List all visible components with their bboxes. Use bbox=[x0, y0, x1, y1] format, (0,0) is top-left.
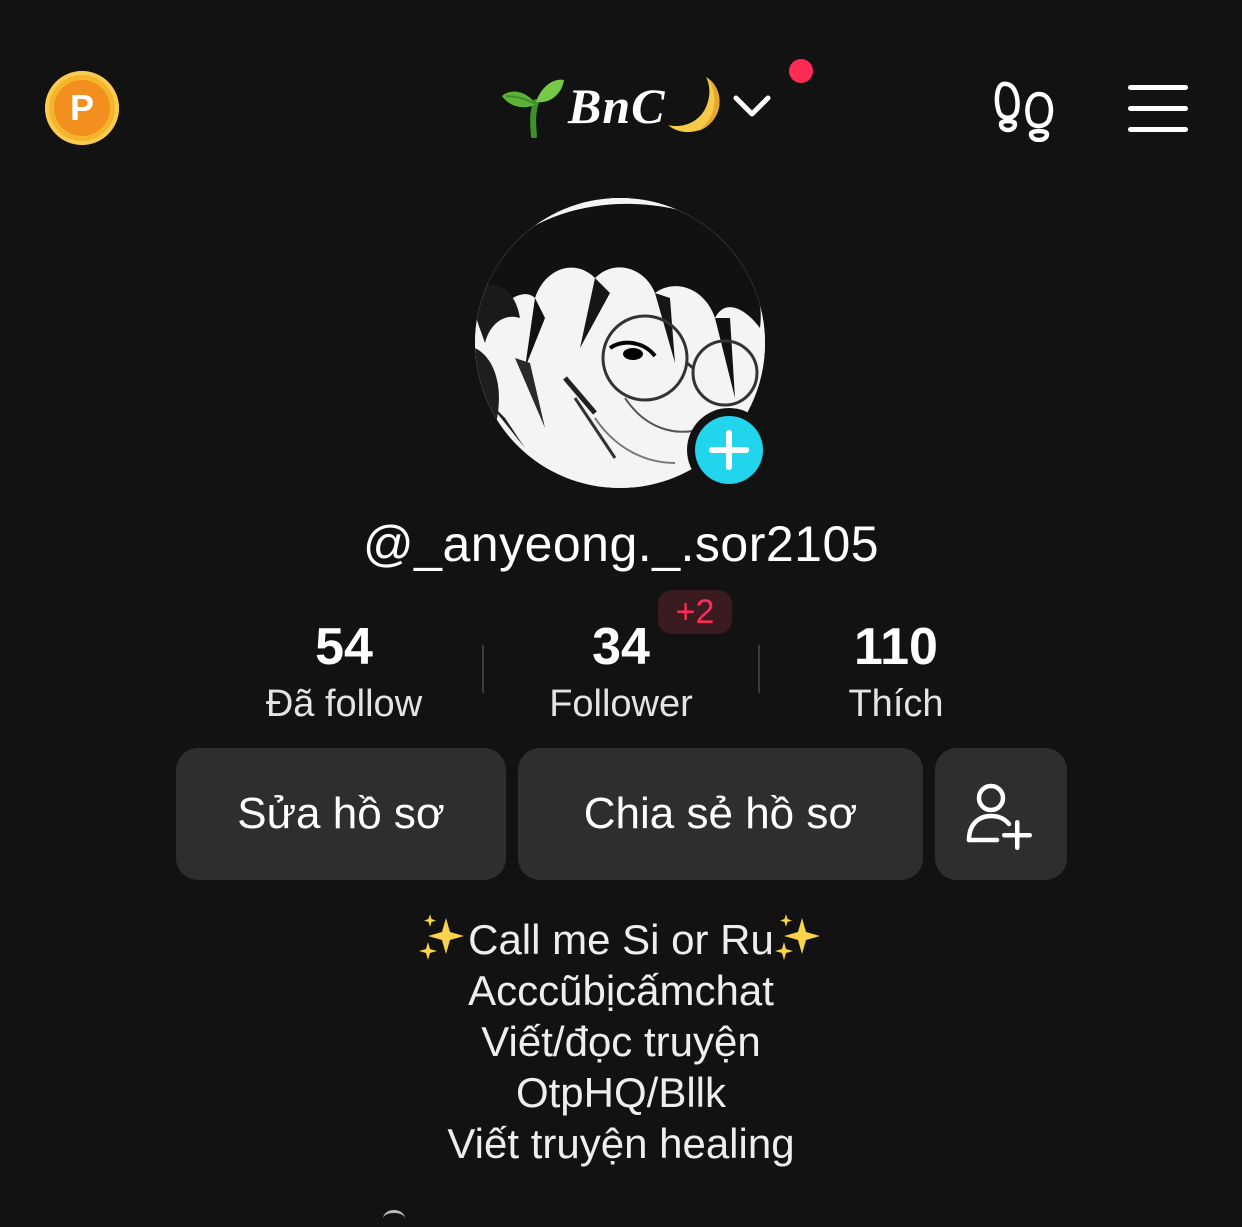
crescent-moon-emoji-icon bbox=[667, 77, 720, 133]
new-followers-badge: +2 bbox=[658, 590, 732, 634]
likes-count: 110 bbox=[854, 618, 938, 676]
add-friend-icon bbox=[966, 783, 1032, 850]
edit-profile-button[interactable]: Sửa hồ sơ bbox=[176, 748, 506, 880]
bio-line-2: Acccũbịcấmchat bbox=[468, 967, 774, 1014]
bio: Call me Si or Ru Acccũbịcấmchat Viết/đọc… bbox=[0, 912, 1242, 1169]
points-coin-button[interactable]: P bbox=[45, 71, 119, 145]
account-name: BnC bbox=[568, 78, 666, 134]
share-profile-button[interactable]: Chia sẻ hồ sơ bbox=[518, 748, 923, 880]
add-friend-button[interactable] bbox=[935, 748, 1067, 880]
link-icon-peek bbox=[383, 1210, 405, 1227]
following-count: 54 bbox=[315, 618, 373, 676]
notification-dot bbox=[789, 59, 813, 83]
bio-line-1: Call me Si or Ru bbox=[0, 912, 1242, 965]
account-switcher[interactable]: BnC bbox=[500, 70, 774, 142]
points-coin-icon: P bbox=[54, 80, 110, 136]
sparkles-emoji-icon bbox=[419, 914, 465, 960]
followers-label: Follower bbox=[549, 683, 693, 725]
stat-following[interactable]: 54 Đã follow bbox=[206, 616, 482, 728]
likes-label: Thích bbox=[848, 683, 944, 725]
footprints-icon[interactable] bbox=[993, 76, 1059, 142]
hamburger-menu-icon[interactable] bbox=[1127, 84, 1189, 134]
bio-text-1: Call me Si or Ru bbox=[468, 916, 774, 963]
username: @_anyeong._.sor2105 bbox=[362, 516, 880, 572]
stat-likes[interactable]: 110 Thích bbox=[758, 616, 1034, 728]
bio-line-4: OtpHQ/Bllk bbox=[515, 1069, 727, 1116]
bio-line-3: Viết/đọc truyện bbox=[481, 1018, 761, 1065]
sparkles-emoji-icon bbox=[774, 914, 820, 960]
seedling-emoji-icon bbox=[502, 79, 564, 138]
add-avatar-button[interactable] bbox=[687, 408, 771, 492]
bio-line-5: Viết truyện healing bbox=[447, 1120, 795, 1167]
following-label: Đã follow bbox=[265, 683, 423, 725]
chevron-down-icon bbox=[733, 95, 771, 117]
plus-icon bbox=[709, 430, 749, 470]
